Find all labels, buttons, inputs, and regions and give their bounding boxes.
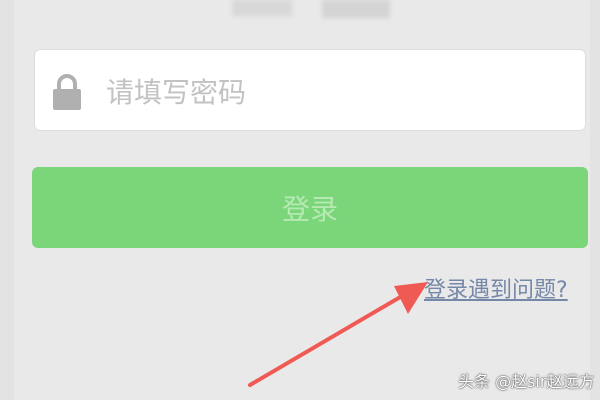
login-button[interactable]: 登录 bbox=[32, 167, 588, 248]
watermark: 头条 @赵sir赵远方 bbox=[458, 372, 595, 391]
blurred-account-text-2 bbox=[322, 0, 390, 18]
blurred-account-text bbox=[232, 0, 292, 16]
right-edge bbox=[590, 0, 600, 400]
left-edge bbox=[0, 0, 14, 400]
password-input[interactable] bbox=[106, 72, 566, 112]
lock-icon bbox=[53, 74, 81, 110]
login-help-link[interactable]: 登录遇到问题? bbox=[424, 272, 568, 304]
